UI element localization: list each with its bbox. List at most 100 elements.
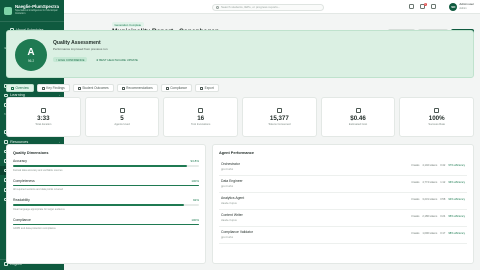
stat-label: Success Rate (428, 123, 445, 126)
agent-row[interactable]: Content Writer claude-3 opus 3 tasks 2,180 … (219, 210, 467, 227)
stat-label: Tool Invocations (191, 123, 211, 126)
agent-model: gpt-4 turbo (221, 168, 234, 171)
dimension-progress-fill (13, 184, 199, 187)
dimension-progress-bar (13, 223, 199, 226)
topbar-actions: 1 (409, 3, 436, 9)
agent-stats: 3 tasks 2,180 tokens 0:24 95% efficiency (411, 215, 465, 218)
grade-score: 96.2 (27, 58, 35, 63)
stat-value: 15,377 (269, 114, 289, 122)
stat-label: Total duration (35, 123, 52, 126)
agent-duration: 0:42 (440, 164, 446, 167)
agent-name: Compliance Validator (221, 230, 253, 234)
tab-icon (121, 86, 125, 90)
dimension-note: Clear language appropriate for target au… (13, 207, 65, 211)
tab-icon (11, 86, 14, 90)
agent-model: gpt-4 turbo (221, 185, 234, 188)
agent-tasks: 3 tasks (411, 215, 420, 218)
settings-icon[interactable] (431, 4, 436, 9)
stat-value: 3:33 (37, 114, 50, 122)
quality-assessment-card: A 96.2 Quality Assessment Performance im… (6, 30, 474, 78)
dimension-row: Accuracy 93.8% (13, 159, 199, 163)
agent-model: claude-3 opus (221, 219, 237, 222)
tab-label: Compliance (170, 86, 188, 90)
dimension-score: 100% (191, 217, 199, 222)
tab-label: Export (204, 86, 214, 90)
agent-tasks: 4 tasks (411, 181, 420, 184)
dimension-score: 100% (191, 178, 199, 183)
tab-key-findings[interactable]: Key Findings (36, 84, 70, 92)
dimension-note: Factual data accuracy and verifiable sou… (13, 168, 63, 172)
agent-duration: 0:24 (440, 215, 446, 218)
stat-icon (434, 108, 440, 113)
agent-row[interactable]: Orchestrator gpt-4 turbo 3 tasks 4,102 toke… (219, 159, 467, 176)
tab-recommendations[interactable]: Recommendations (116, 84, 158, 92)
dimension-score: 93.8% (190, 159, 199, 163)
agent-list: Orchestrator gpt-4 turbo 3 tasks 4,102 toke… (219, 159, 467, 244)
agent-model: claude-3 opus (221, 202, 237, 205)
tab-compliance[interactable]: Compliance (160, 84, 193, 92)
quality-dimensions-title: Quality Dimensions (13, 151, 49, 155)
search-placeholder: Search students, IEPs, or progress repor… (221, 5, 281, 9)
agent-row[interactable]: Data Engineer gpt-4 turbo 4 tasks 4,774 tok… (219, 176, 467, 193)
quality-dimension: Accuracy 93.8% Factual data accuracy and v… (13, 159, 199, 172)
dimension-note: GDPR and data-protection compliance (13, 227, 56, 231)
agent-stats: 3 tasks 4,102 tokens 0:42 97% efficiency (411, 164, 465, 167)
dimension-name: Compliance (13, 217, 31, 222)
assessment-title: Quality Assessment (53, 40, 101, 46)
agent-stats: 4 tasks 4,774 tokens 1:12 96% efficiency (411, 181, 465, 184)
tab-overview[interactable]: Overview (6, 84, 34, 92)
agent-name: Content Writer (221, 213, 243, 217)
agent-efficiency: 97% efficiency (448, 164, 465, 167)
agent-tasks: 3 tasks (411, 232, 420, 235)
assessment-description: Performance improved from previous run (53, 47, 108, 51)
stat-card: 100% Success Rate (399, 97, 475, 137)
agent-tokens: 2,180 tokens (422, 215, 438, 218)
bell-icon[interactable]: 1 (420, 3, 427, 9)
dimension-row: Completeness 100% (13, 179, 199, 183)
tab-label: Overview (15, 86, 29, 90)
stat-card: 15,377 Tokens Consumed (242, 97, 317, 137)
tab-export[interactable]: Export (195, 84, 219, 92)
agent-name: Data Engineer (221, 179, 243, 183)
agent-efficiency: 95% efficiency (448, 215, 465, 218)
topbar: Search students, IEPs, or progress repor… (64, 0, 480, 14)
tab-student-outcomes[interactable]: Student Outcomes (72, 84, 114, 92)
stat-icon (198, 108, 204, 113)
agent-duration: 0:58 (440, 198, 446, 201)
quality-dimension: Compliance 100% GDPR and data-protection c… (13, 217, 199, 231)
user-role: Admin (459, 6, 467, 10)
agent-name: Orchestrator (221, 162, 240, 166)
stat-value: 100% (428, 114, 445, 122)
dimension-name: Completeness (13, 178, 35, 183)
stat-value: 5 (120, 114, 124, 122)
dimension-progress-bar (13, 204, 199, 206)
dimension-progress-bar (13, 165, 199, 167)
quality-dimensions-panel: Quality Dimensions Accuracy 93.8% Factual … (6, 144, 206, 264)
tab-label: Student Outcomes (82, 86, 109, 90)
agent-row[interactable]: Compliance Validator gpt-4 turbo 3 tasks 1,… (219, 227, 467, 244)
stat-icon (276, 108, 282, 113)
dimension-name: Readability (13, 198, 30, 203)
agent-stats: 3 tasks 1,090 tokens 0:17 98% efficiency (411, 232, 465, 235)
agent-tokens: 3,231 tokens (422, 198, 438, 201)
nav-item-icon (4, 139, 8, 144)
help-icon[interactable] (409, 4, 414, 9)
brand-logo-icon (4, 6, 12, 15)
stat-card: 3:33 Total duration (6, 97, 81, 137)
dimension-row: Readability 92% (13, 198, 199, 202)
avatar: SD (449, 2, 458, 11)
stat-label: Estimated Cost (348, 123, 368, 126)
tab-icon (165, 86, 169, 90)
stat-label: Agents Used (114, 123, 130, 126)
stat-icon (40, 108, 46, 113)
user-menu[interactable]: SD Admin user Admin (449, 2, 474, 11)
search-input[interactable]: Search students, IEPs, or progress repor… (212, 3, 324, 11)
agent-row[interactable]: Analytics Agent claude-3 opus 3 tasks 3,231… (219, 193, 467, 210)
stat-icon (119, 108, 125, 113)
agent-efficiency: 96% efficiency (448, 181, 465, 184)
dimension-score: 92% (192, 198, 199, 203)
stats-row: 3:33 Total duration 5 Agents Used 16 Tool Inv… (6, 97, 475, 137)
tab-label: Recommendations (126, 86, 153, 90)
brand: Naeglie-PlumSpectra Specialized intellig… (0, 0, 64, 22)
agent-tasks: 3 tasks (411, 198, 420, 201)
